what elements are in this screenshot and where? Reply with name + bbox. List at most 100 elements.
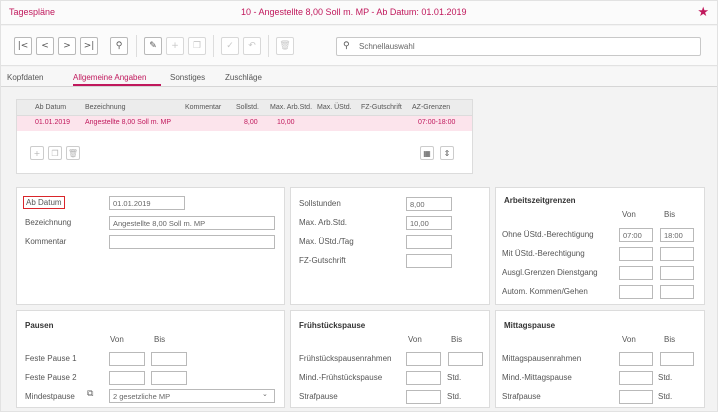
feste-pause-1-von-field[interactable] xyxy=(109,352,145,366)
bezeichnung-field[interactable]: Angestellte 8,00 Soll m. MP xyxy=(109,216,275,230)
prev-record-button[interactable]: < xyxy=(36,37,54,55)
mind-mittag-field[interactable] xyxy=(619,371,653,385)
search-button[interactable]: ⚲ xyxy=(110,37,128,55)
fz-gutschrift-field[interactable] xyxy=(406,254,452,268)
col-ab-datum[interactable]: Ab Datum xyxy=(35,104,66,111)
std-unit-label: Std. xyxy=(447,392,462,401)
check-icon: ✓ xyxy=(226,41,234,51)
table-settings-icon: ▦ xyxy=(423,148,431,158)
grid-add-button[interactable]: + xyxy=(30,146,44,160)
fz-gutschrift-label: FZ-Gutschrift xyxy=(299,256,346,265)
add-button[interactable]: + xyxy=(166,37,184,55)
grid-sort-button[interactable]: ⇕ xyxy=(440,146,454,160)
az-ohne-von-field[interactable]: 07:00 xyxy=(619,228,653,242)
max-ustd-label: Max. ÜStd./Tag xyxy=(299,237,354,246)
kommentar-field[interactable] xyxy=(109,235,275,249)
fruehstueck-strafpause-label: Strafpause xyxy=(299,392,338,401)
max-arb-std-label: Max. Arb.Std. xyxy=(299,218,348,227)
grid-copy-button[interactable]: ❐ xyxy=(48,146,62,160)
tab-kopfdaten[interactable]: Kopfdaten xyxy=(7,73,43,82)
mittag-bis-field[interactable] xyxy=(660,352,694,366)
last-record-button[interactable]: >| xyxy=(80,37,98,55)
mittag-rahmen-label: Mittagspausenrahmen xyxy=(502,354,582,363)
fruehstueck-strafpause-field[interactable] xyxy=(406,390,441,404)
quick-search-field[interactable]: ⚲ Schnellauswahl xyxy=(336,37,701,56)
max-arb-std-field[interactable]: 10,00 xyxy=(406,216,452,230)
ab-datum-field[interactable]: 01.01.2019 xyxy=(109,196,185,210)
az-autom-bis-field[interactable] xyxy=(660,285,694,299)
table-row[interactable]: 01.01.2019 Angestellte 8,00 Soll m. MP 8… xyxy=(17,116,472,131)
first-record-button[interactable]: |< xyxy=(14,37,32,55)
tab-zuschlaege[interactable]: Zuschläge xyxy=(225,73,262,82)
col-kommentar[interactable]: Kommentar xyxy=(185,104,221,111)
pausen-bis-header: Bis xyxy=(154,335,166,344)
feste-pause-1-bis-field[interactable] xyxy=(151,352,187,366)
mind-fruehstueck-field[interactable] xyxy=(406,371,441,385)
col-bezeichnung[interactable]: Bezeichnung xyxy=(85,104,125,111)
favorite-star-icon[interactable]: ★ xyxy=(697,4,709,20)
toolbar: |< < > >| ⚲ ✎ + ❐ ✓ ↶ 🗑 ⚲ Schnellauswahl xyxy=(1,26,717,66)
grid-delete-button[interactable]: 🗑 xyxy=(66,146,80,160)
external-link-icon[interactable]: ⧉ xyxy=(87,389,93,399)
az-bis-header: Bis xyxy=(664,210,676,219)
az-mit-von-field[interactable] xyxy=(619,247,653,261)
title-bar: Tagespläne 10 - Angestellte 8,00 Soll m.… xyxy=(1,1,717,25)
mindestpause-select[interactable]: 2 gesetzliche MP xyxy=(109,389,275,403)
cell-bezeichnung: Angestellte 8,00 Soll m. MP xyxy=(85,119,171,126)
az-ohne-bis-field[interactable]: 18:00 xyxy=(660,228,694,242)
mittag-title: Mittagspause xyxy=(504,321,556,330)
ab-datum-label: Ab Datum xyxy=(23,196,65,209)
feste-pause-2-von-field[interactable] xyxy=(109,371,145,385)
cell-sollstd: 8,00 xyxy=(244,119,258,126)
chevron-down-icon[interactable]: ⌄ xyxy=(262,390,268,398)
az-grenzen-title: Arbeitszeitgrenzen xyxy=(504,196,576,205)
tab-allgemeine-angaben[interactable]: Allgemeine Angaben xyxy=(73,73,146,82)
az-ausgl-von-field[interactable] xyxy=(619,266,653,280)
record-title: 10 - Angestellte 8,00 Soll m. MP - Ab Da… xyxy=(241,7,467,17)
col-az-grenzen[interactable]: AZ-Grenzen xyxy=(412,104,450,111)
edit-button[interactable]: ✎ xyxy=(144,37,162,55)
az-autom-von-field[interactable] xyxy=(619,285,653,299)
fruehstueck-title: Frühstückspause xyxy=(299,321,366,330)
az-ausgl-bis-field[interactable] xyxy=(660,266,694,280)
fruehstueck-bis-field[interactable] xyxy=(448,352,483,366)
col-sollstd[interactable]: Sollstd. xyxy=(236,104,259,111)
search-placeholder: Schnellauswahl xyxy=(359,42,415,51)
sollstunden-field[interactable]: 8,00 xyxy=(406,197,452,211)
work-time-limits-panel: Arbeitszeitgrenzen Von Bis Ohne ÜStd.-Be… xyxy=(495,187,705,305)
mittag-von-field[interactable] xyxy=(619,352,653,366)
save-button[interactable]: ✓ xyxy=(221,37,239,55)
col-max-arb-std[interactable]: Max. Arb.Std. xyxy=(270,104,312,111)
max-ustd-field[interactable] xyxy=(406,235,452,249)
fruehstueck-von-field[interactable] xyxy=(406,352,441,366)
std-unit-label: Std. xyxy=(447,373,462,382)
az-mit-bis-field[interactable] xyxy=(660,247,694,261)
search-icon: ⚲ xyxy=(343,41,350,51)
bezeichnung-label: Bezeichnung xyxy=(25,218,72,227)
copy-icon: ❐ xyxy=(192,41,202,51)
trash-icon: 🗑 xyxy=(67,148,79,158)
fruehstueck-rahmen-label: Frühstückspausenrahmen xyxy=(299,354,392,363)
grid-layout-button[interactable]: ▦ xyxy=(420,146,434,160)
tab-sonstiges[interactable]: Sonstiges xyxy=(170,73,205,82)
feste-pause-1-label: Feste Pause 1 xyxy=(25,354,77,363)
col-max-ustd[interactable]: Max. ÜStd. xyxy=(317,104,352,111)
module-title: Tagespläne xyxy=(9,7,56,17)
fruehstueck-von-header: Von xyxy=(408,335,422,344)
col-fz-gutschrift[interactable]: FZ-Gutschrift xyxy=(361,104,402,111)
std-unit-label: Std. xyxy=(658,392,673,401)
tab-bar: Kopfdaten Allgemeine Angaben Sonstiges Z… xyxy=(1,67,717,87)
plus-icon: + xyxy=(171,41,179,51)
copy-button[interactable]: ❐ xyxy=(188,37,206,55)
fruehstueck-bis-header: Bis xyxy=(451,335,463,344)
magnifier-icon: ⚲ xyxy=(115,41,123,51)
mittag-strafpause-field[interactable] xyxy=(619,390,653,404)
lunch-break-panel: Mittagspause Von Bis Mittagspausenrahmen… xyxy=(495,310,705,408)
next-record-button[interactable]: > xyxy=(58,37,76,55)
undo-button[interactable]: ↶ xyxy=(243,37,261,55)
feste-pause-2-bis-field[interactable] xyxy=(151,371,187,385)
undo-icon: ↶ xyxy=(248,41,256,51)
mittag-strafpause-label: Strafpause xyxy=(502,392,541,401)
mittag-bis-header: Bis xyxy=(664,335,676,344)
delete-button[interactable]: 🗑 xyxy=(276,37,294,55)
